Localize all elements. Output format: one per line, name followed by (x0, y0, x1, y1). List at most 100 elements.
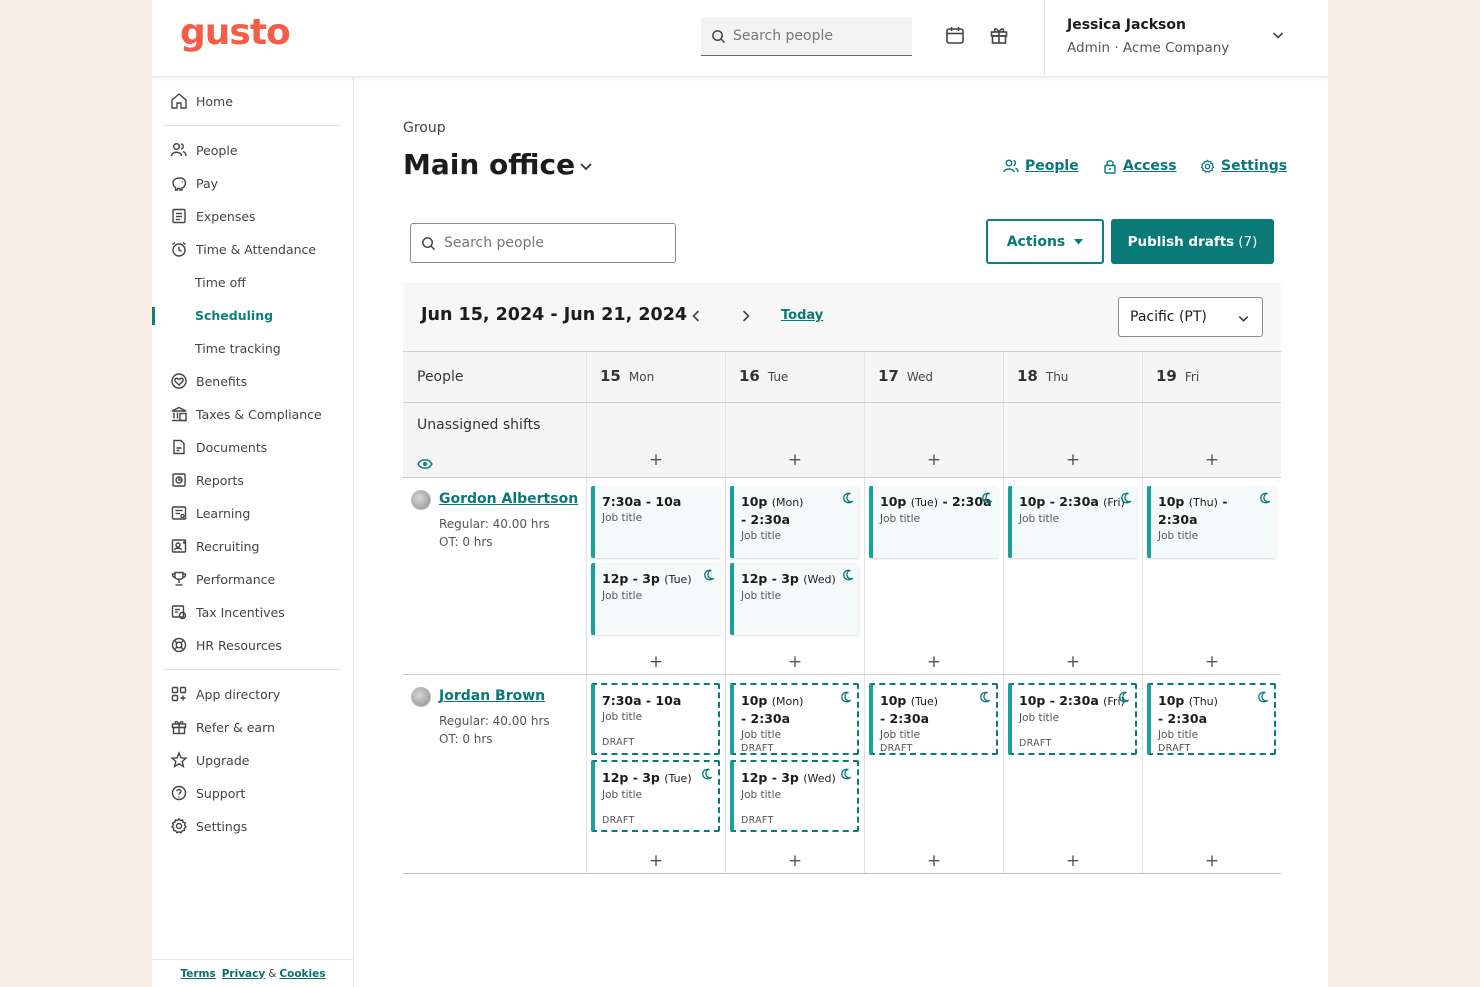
chevron-down-icon[interactable] (578, 158, 594, 174)
gift-icon[interactable] (988, 24, 1010, 46)
draft-shift-card[interactable]: 10p (Tue) - 2:30a Job title DRAFT (869, 683, 998, 755)
shift-day: (Tue) (664, 772, 692, 785)
add-shift-button[interactable]: + (1065, 452, 1081, 469)
add-shift-button[interactable]: + (1204, 452, 1220, 469)
day-name: Wed (906, 370, 934, 384)
footer-links: Terms Privacy & Cookies (152, 959, 354, 987)
sidebar-item-learning[interactable]: Learning (170, 501, 250, 525)
draft-shift-card[interactable]: 10p (Mon) - 2:30a Job title DRAFT (730, 683, 859, 755)
draft-shift-card[interactable]: 7:30a - 10a Job title DRAFT (591, 683, 720, 755)
sidebar-item-settings[interactable]: Settings (170, 814, 247, 838)
shift-day: (Tue) (910, 695, 939, 708)
add-shift-button[interactable]: + (648, 654, 664, 671)
account-menu[interactable]: Jessica Jackson Admin · Acme Company (1044, 0, 1328, 77)
sidebar-item-pay[interactable]: Pay (170, 171, 218, 195)
sidebar-item-time-off[interactable]: Time off (195, 273, 246, 293)
access-link[interactable]: Access (1103, 158, 1177, 174)
sidebar-item-performance[interactable]: Performance (170, 567, 275, 591)
tax-incentives-icon (170, 603, 188, 621)
add-shift-button[interactable]: + (787, 452, 803, 469)
sidebar-item-time-attendance[interactable]: Time & Attendance (170, 237, 316, 261)
add-shift-button[interactable]: + (926, 853, 942, 870)
global-search-input[interactable]: Search people (701, 17, 912, 56)
sidebar-item-benefits[interactable]: Benefits (170, 369, 247, 393)
draft-shift-card[interactable]: 10p - 2:30a (Fri) Job title DRAFT (1008, 683, 1137, 755)
eye-icon[interactable] (417, 455, 433, 474)
add-shift-button[interactable]: + (1065, 654, 1081, 671)
draft-shift-card[interactable]: 10p (Thu) - 2:30a Job title DRAFT (1147, 683, 1276, 755)
moon-icon (841, 691, 852, 703)
sidebar-item-refer-earn[interactable]: Refer & earn (170, 715, 275, 739)
people-link[interactable]: People (1003, 158, 1079, 174)
add-shift-button[interactable]: + (1065, 853, 1081, 870)
sidebar-item-reports[interactable]: Reports (170, 468, 244, 492)
draft-shift-card[interactable]: 12p - 3p (Wed) Job title DRAFT (730, 760, 859, 832)
sidebar-item-time-tracking[interactable]: Time tracking (195, 339, 281, 359)
user-role: Admin · Acme Company (1067, 40, 1230, 56)
day-header: 18 Thu (1017, 367, 1068, 385)
shift-time: 10p (Tue) - 2:30a (880, 493, 992, 511)
sidebar-item-app-directory[interactable]: App directory (170, 682, 280, 706)
draft-shift-card[interactable]: 12p - 3p (Tue) Job title DRAFT (591, 760, 720, 832)
calendar-icon[interactable] (944, 24, 966, 46)
shift-card[interactable]: 10p (Tue) - 2:30a Job title (869, 486, 998, 558)
sidebar-item-recruiting[interactable]: Recruiting (170, 534, 259, 558)
draft-label: DRAFT (1158, 743, 1191, 754)
bank-icon (170, 405, 188, 423)
add-shift-button[interactable]: + (787, 654, 803, 671)
sidebar-item-people[interactable]: People (170, 138, 238, 162)
shift-card[interactable]: 12p - 3p (Tue) Job title (591, 563, 720, 635)
sidebar-item-support[interactable]: Support (170, 781, 245, 805)
privacy-link[interactable]: Privacy (222, 968, 265, 980)
sidebar-item-hr-resources[interactable]: HR Resources (170, 633, 282, 657)
shift-card[interactable]: 10p - 2:30a (Fri) Job title (1008, 486, 1137, 558)
person-name-link[interactable]: Jordan Brown (439, 688, 545, 704)
add-shift-button[interactable]: + (648, 452, 664, 469)
sidebar-item-label: Benefits (196, 373, 248, 389)
shift-time: 10p (Mon) - 2:30a (741, 493, 853, 528)
sidebar-item-label: Refer & earn (196, 719, 275, 735)
add-shift-button[interactable]: + (1204, 853, 1220, 870)
terms-link[interactable]: Terms (180, 968, 215, 980)
shift-end: - 2:30a (741, 711, 791, 726)
day-header: 17 Wed (878, 367, 933, 385)
timezone-value: Pacific (PT) (1130, 309, 1207, 325)
active-indicator (152, 307, 155, 325)
actions-button[interactable]: Actions (986, 219, 1104, 264)
sidebar-item-documents[interactable]: Documents (170, 435, 267, 459)
sidebar-item-home[interactable]: Home (170, 89, 233, 113)
publish-drafts-button[interactable]: Publish drafts (7) (1111, 219, 1274, 264)
shift-range: 12p - 3p (602, 571, 660, 586)
shift-card[interactable]: 12p - 3p (Wed) Job title (730, 563, 859, 635)
person-hours: Regular: 40.00 hrs OT: 0 hrs (439, 515, 550, 551)
add-shift-button[interactable]: + (787, 853, 803, 870)
add-shift-button[interactable]: + (926, 654, 942, 671)
reports-icon (170, 471, 188, 489)
sidebar-item-taxes-compliance[interactable]: Taxes & Compliance (170, 402, 322, 426)
shift-card[interactable]: 10p (Thu) - 2:30a Job title (1147, 486, 1276, 558)
person-name-link[interactable]: Gordon Albertson (439, 491, 578, 507)
sidebar-item-scheduling[interactable]: Scheduling (195, 306, 273, 326)
sidebar-item-tax-incentives[interactable]: Tax Incentives (170, 600, 285, 624)
add-shift-button[interactable]: + (926, 452, 942, 469)
chevron-left-icon[interactable] (690, 309, 702, 323)
shift-card[interactable]: 10p (Mon) - 2:30a Job title (730, 486, 859, 558)
add-shift-button[interactable]: + (1204, 654, 1220, 671)
timezone-select[interactable]: Pacific (PT) (1118, 297, 1263, 337)
search-icon (422, 236, 436, 250)
chevron-right-icon[interactable] (740, 309, 752, 323)
add-shift-button[interactable]: + (648, 853, 664, 870)
settings-link[interactable]: Settings (1200, 158, 1287, 174)
sidebar-item-expenses[interactable]: Expenses (170, 204, 256, 228)
people-search-input[interactable]: Search people (410, 223, 676, 263)
shift-card[interactable]: 7:30a - 10a Job title (591, 486, 720, 558)
shift-day: (Wed) (803, 573, 836, 586)
today-link[interactable]: Today (781, 308, 823, 323)
gusto-logo[interactable]: gusto (180, 12, 291, 53)
shift-day: (Tue) (910, 496, 939, 509)
chevron-down-icon[interactable] (1271, 28, 1285, 42)
group-label: Group (403, 120, 446, 136)
cookies-link[interactable]: Cookies (279, 968, 325, 980)
access-link-label: Access (1123, 158, 1177, 174)
sidebar-item-upgrade[interactable]: Upgrade (170, 748, 249, 772)
